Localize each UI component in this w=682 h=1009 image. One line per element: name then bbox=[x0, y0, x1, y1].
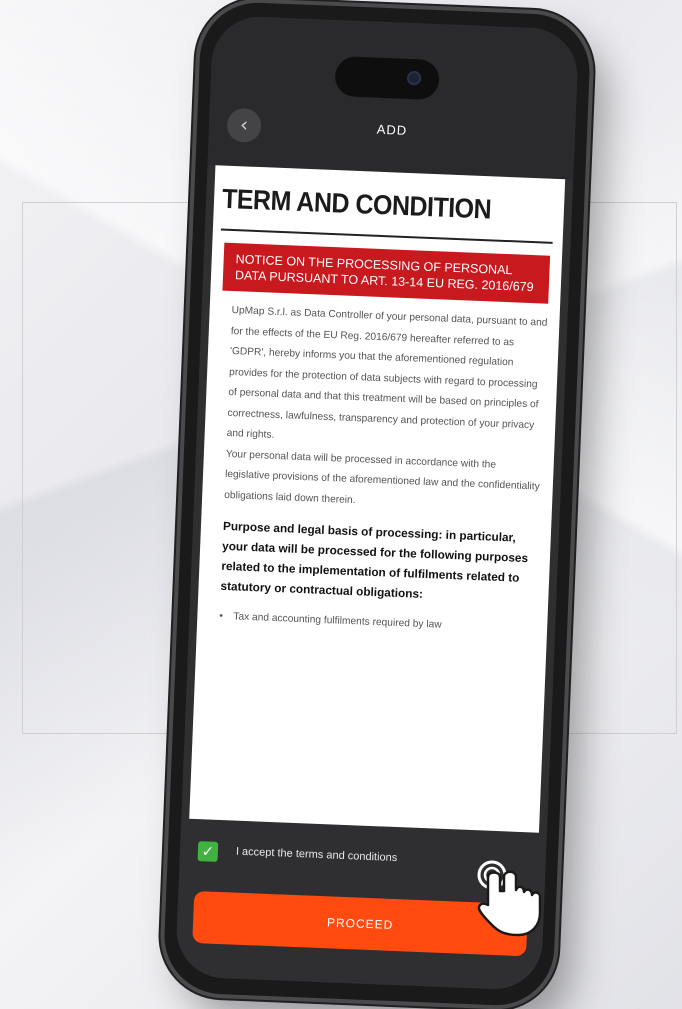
camera-icon bbox=[406, 70, 422, 86]
accept-checkbox[interactable]: ✓ bbox=[197, 841, 219, 862]
purpose-heading: Purpose and legal basis of processing: i… bbox=[220, 518, 529, 601]
terms-paragraph: UpMap S.r.l. as Data Controller of your … bbox=[226, 305, 548, 441]
screen-title: ADD bbox=[376, 121, 408, 138]
bullet-icon: • bbox=[219, 610, 224, 622]
terms-heading: TERM AND CONDITION bbox=[221, 183, 492, 226]
heading-divider bbox=[220, 228, 553, 244]
accept-label: I accept the terms and conditions bbox=[235, 845, 398, 865]
list-item: • Tax and accounting fulfilments required… bbox=[219, 608, 535, 639]
hand-pointer-icon bbox=[477, 860, 542, 937]
checkmark-icon: ✓ bbox=[201, 842, 215, 861]
app-header: ‹ ADD bbox=[207, 15, 580, 180]
list-item-label: Tax and accounting fulfilments required … bbox=[233, 611, 442, 631]
terms-document[interactable]: TERM AND CONDITION NOTICE ON THE PROCESS… bbox=[189, 165, 566, 833]
terms-body: UpMap S.r.l. as Data Controller of your … bbox=[224, 301, 548, 519]
phone-screen: ‹ ADD TERM AND CONDITION NOTICE ON THE P… bbox=[174, 15, 580, 991]
dynamic-island bbox=[334, 55, 440, 101]
notice-banner: NOTICE ON THE PROCESSING OF PERSONAL DAT… bbox=[222, 242, 551, 304]
terms-paragraph: Your personal data will be processed in … bbox=[224, 448, 540, 506]
